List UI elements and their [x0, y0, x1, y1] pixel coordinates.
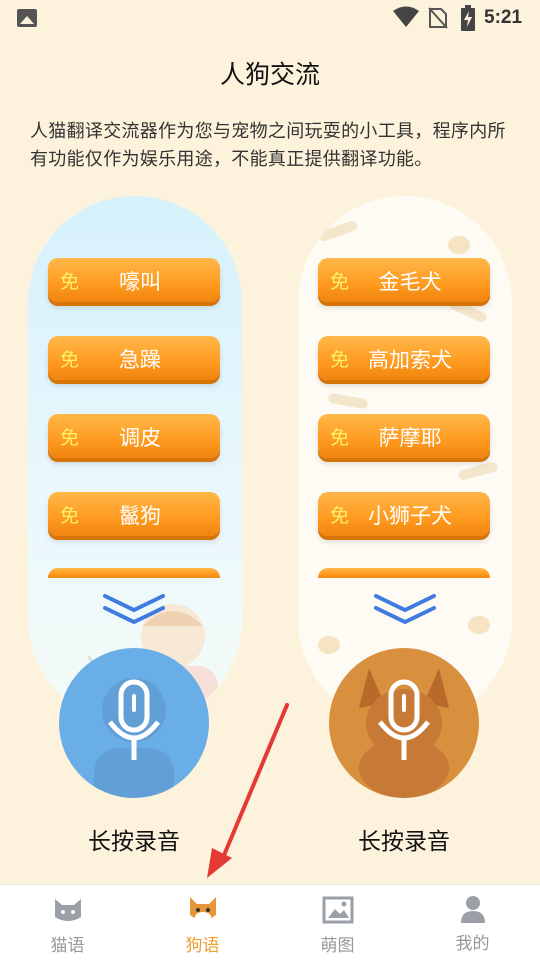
dog-icon: [190, 897, 216, 922]
breed-item-label: 高加索犬: [368, 348, 452, 372]
page-title: 人狗交流: [219, 60, 320, 89]
no-sim-icon: [428, 7, 448, 29]
bottom-tab-bar: 猫语 狗语 萌图 我的: [0, 884, 540, 960]
scroll-down-chevron-icon[interactable]: [372, 592, 438, 628]
tab-cute-pictures[interactable]: 萌图: [270, 885, 405, 960]
breed-item-label: 金毛犬: [378, 270, 442, 294]
sound-item-hyena[interactable]: 免 鬣狗: [48, 492, 220, 536]
scroll-down-chevron-icon[interactable]: [101, 592, 167, 628]
sound-item-naughty[interactable]: 免 调皮: [48, 414, 220, 458]
tab-label: 萌图: [320, 936, 355, 956]
microphone-icon: [378, 679, 430, 760]
sound-item-label: 嚎叫: [119, 270, 161, 294]
breed-item-samoyed[interactable]: 免 萨摩耶: [318, 414, 490, 458]
clock: 5:21: [484, 7, 523, 28]
gallery-notification-icon: [17, 9, 37, 27]
disclaimer-text: 人猫翻译交流器作为您与宠物之间玩耍的小工具，程序内所有功能仅作为娱乐用途，不能真…: [30, 121, 506, 170]
bone-decoration: [457, 460, 499, 482]
tab-label: 我的: [455, 934, 490, 954]
paw-decoration: [468, 616, 490, 634]
breed-item-lion-dog[interactable]: 免 小狮子犬: [318, 492, 490, 536]
battery-charging-icon: [461, 5, 475, 31]
tab-dog-language[interactable]: 狗语: [135, 885, 270, 960]
sound-item-label: 鬣狗: [119, 504, 161, 528]
status-bar: 5:21: [0, 0, 540, 36]
sound-item-label: 急躁: [119, 348, 161, 372]
tab-label: 猫语: [50, 936, 85, 956]
human-sounds-panel[interactable]: 免 嚎叫 免 急躁 免 调皮 免 鬣狗: [28, 196, 242, 726]
sound-item-label: 调皮: [119, 426, 161, 450]
record-label-dog: 长按录音: [358, 829, 450, 855]
breed-item-partial: [318, 568, 490, 578]
sound-item-partial: [48, 568, 220, 578]
bone-decoration: [317, 219, 359, 243]
cat-icon: [55, 899, 81, 921]
breed-item-label: 小狮子犬: [368, 504, 452, 528]
person-icon: [461, 896, 485, 923]
image-icon: [322, 896, 354, 924]
tab-label: 狗语: [185, 936, 220, 956]
sound-item-howl[interactable]: 免 嚎叫: [48, 258, 220, 302]
breed-item-label: 萨摩耶: [378, 426, 442, 450]
dog-breeds-panel[interactable]: 免 金毛犬 免 高加索犬 免 萨摩耶 免 小狮子犬: [298, 196, 512, 726]
paw-decoration: [448, 236, 470, 254]
breed-item-caucasian[interactable]: 免 高加索犬: [318, 336, 490, 380]
sound-item-impatient[interactable]: 免 急躁: [48, 336, 220, 380]
wifi-icon: [393, 6, 419, 27]
tab-mine[interactable]: 我的: [405, 885, 540, 960]
record-label-human: 长按录音: [88, 829, 180, 855]
breed-item-golden-retriever[interactable]: 免 金毛犬: [318, 258, 490, 302]
record-button-human[interactable]: [59, 648, 209, 798]
microphone-icon: [108, 679, 160, 760]
bone-decoration: [327, 392, 369, 410]
tab-cat-language[interactable]: 猫语: [0, 885, 135, 960]
record-button-dog[interactable]: [329, 648, 479, 798]
